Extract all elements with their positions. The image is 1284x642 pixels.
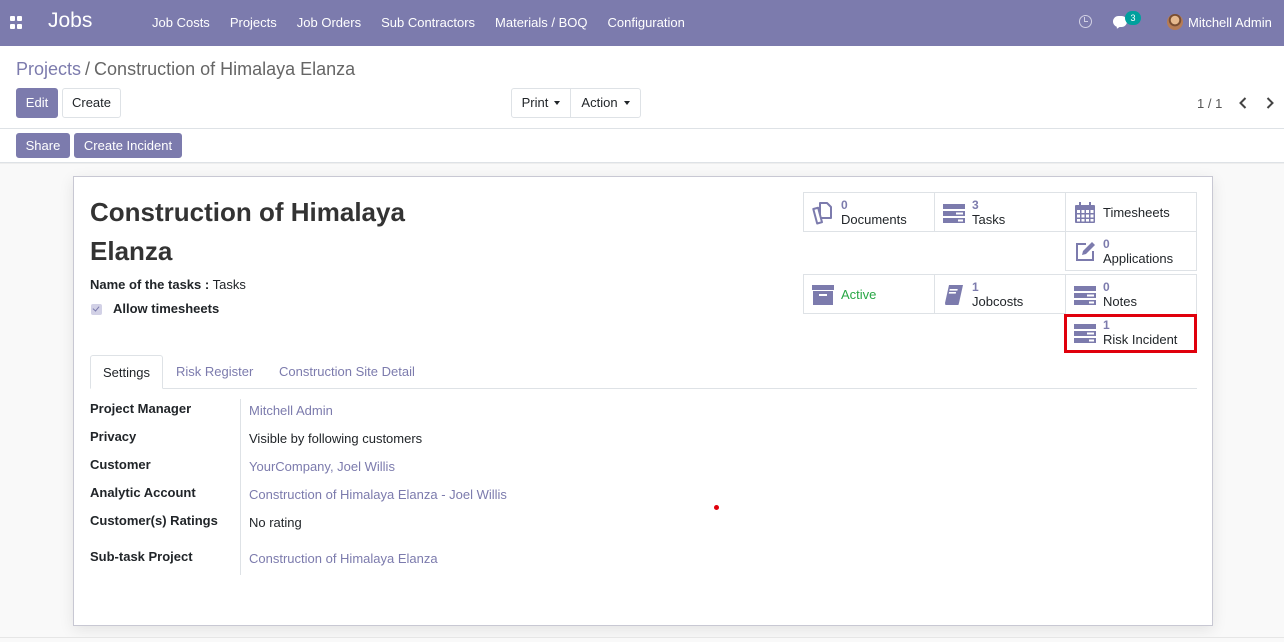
notes-label: Notes xyxy=(1103,294,1137,309)
task-name-field: Name of the tasks : Tasks xyxy=(90,277,246,292)
caret-down-icon xyxy=(554,101,561,105)
documents-smart-button[interactable]: 0 Documents xyxy=(803,192,935,232)
breadcrumb-separator: / xyxy=(85,59,91,79)
analytic-account-label: Analytic Account xyxy=(90,485,196,500)
customer-value[interactable]: YourCompany, Joel Willis xyxy=(249,459,395,474)
notes-count: 0 xyxy=(1103,280,1110,294)
cursor-marker-dot xyxy=(714,505,719,510)
user-menu-name[interactable]: Mitchell Admin xyxy=(1188,15,1272,30)
files-icon xyxy=(812,202,832,225)
jobcosts-label: Jobcosts xyxy=(972,294,1024,309)
page-bottom-edge xyxy=(0,637,1284,642)
edit-button[interactable]: Edit xyxy=(16,88,58,118)
risk-incident-highlight-box xyxy=(1064,314,1197,353)
menu-projects[interactable]: Projects xyxy=(220,0,287,46)
tasks-count: 3 xyxy=(972,198,979,212)
create-incident-button[interactable]: Create Incident xyxy=(74,133,182,158)
pencil-square-icon xyxy=(1076,242,1095,261)
calendar-icon xyxy=(1075,202,1095,223)
menu-job-orders[interactable]: Job Orders xyxy=(287,0,371,46)
customer-ratings-value: No rating xyxy=(249,515,302,530)
tasks-label: Tasks xyxy=(972,212,1006,227)
menu-sub-contractors[interactable]: Sub Contractors xyxy=(371,0,485,46)
jobcosts-smart-button[interactable]: 1 Jobcosts xyxy=(934,274,1066,314)
pager-next-icon[interactable] xyxy=(1265,97,1275,109)
breadcrumb-projects-link[interactable]: Projects xyxy=(16,59,81,79)
tasks-icon xyxy=(1074,286,1096,305)
pager-value[interactable]: 1 / 1 xyxy=(1197,96,1222,111)
tab-construction-site-detail[interactable]: Construction Site Detail xyxy=(267,355,427,389)
privacy-value: Visible by following customers xyxy=(249,431,423,446)
activities-clock-icon[interactable] xyxy=(1079,15,1092,28)
customer-ratings-label: Customer(s) Ratings xyxy=(90,513,218,528)
print-label: Print xyxy=(521,95,549,110)
allow-timesheets-label: Allow timesheets xyxy=(113,301,220,316)
tab-risk-register[interactable]: Risk Register xyxy=(164,355,265,389)
breadcrumb: Projects / Construction of Himalaya Elanza xyxy=(16,59,355,80)
share-button[interactable]: Share xyxy=(16,133,70,158)
tasks-smart-button[interactable]: 3 Tasks xyxy=(934,192,1066,232)
project-manager-label: Project Manager xyxy=(90,401,192,416)
project-title[interactable]: Construction of Himalaya Elanza xyxy=(90,193,450,271)
apps-menu-icon[interactable] xyxy=(10,16,23,29)
menu-configuration[interactable]: Configuration xyxy=(598,0,695,46)
active-label: Active xyxy=(841,287,877,302)
subtask-project-value[interactable]: Construction of Himalaya Elanza xyxy=(249,551,438,566)
active-smart-button[interactable]: Active xyxy=(803,274,935,314)
task-name-label: Name of the tasks : xyxy=(90,277,210,292)
pager-previous-icon[interactable] xyxy=(1238,97,1248,109)
tab-settings[interactable]: Settings xyxy=(90,355,163,389)
subtask-project-label: Sub-task Project xyxy=(90,549,193,564)
analytic-account-value[interactable]: Construction of Himalaya Elanza - Joel W… xyxy=(249,487,507,502)
main-menu: Job Costs Projects Job Orders Sub Contra… xyxy=(142,0,695,46)
applications-smart-button[interactable]: 0 Applications xyxy=(1065,231,1197,271)
project-title-line1: Construction of Himalaya xyxy=(90,197,405,227)
project-title-line2: Elanza xyxy=(90,236,173,266)
create-button[interactable]: Create xyxy=(62,88,121,118)
project-manager-value[interactable]: Mitchell Admin xyxy=(249,403,333,418)
app-brand[interactable]: Jobs xyxy=(48,9,92,33)
action-label: Action xyxy=(581,95,618,110)
top-navbar: Jobs Job Costs Projects Job Orders Sub C… xyxy=(0,0,1284,46)
task-name-value[interactable]: Tasks xyxy=(213,277,246,292)
menu-materials-boq[interactable]: Materials / BOQ xyxy=(485,0,597,46)
documents-count: 0 xyxy=(841,198,848,212)
user-avatar[interactable] xyxy=(1167,14,1183,30)
archive-icon xyxy=(812,285,834,305)
applications-count: 0 xyxy=(1103,237,1110,251)
chat-count-badge: 3 xyxy=(1125,11,1141,25)
jobcosts-count: 1 xyxy=(972,280,979,294)
customer-label: Customer xyxy=(90,457,151,472)
settings-divider xyxy=(240,399,241,575)
notes-smart-button[interactable]: 0 Notes xyxy=(1065,274,1197,314)
documents-label: Documents xyxy=(841,212,907,227)
allow-timesheets-checkbox[interactable] xyxy=(91,304,102,315)
privacy-label: Privacy xyxy=(90,429,137,444)
caret-down-icon xyxy=(623,101,630,105)
action-dropdown[interactable]: Action xyxy=(570,88,641,118)
print-dropdown[interactable]: Print xyxy=(511,88,571,118)
timesheets-label: Timesheets xyxy=(1103,205,1170,220)
menu-job-costs[interactable]: Job Costs xyxy=(142,0,220,46)
timesheets-smart-button[interactable]: Timesheets xyxy=(1065,192,1197,232)
breadcrumb-current: Construction of Himalaya Elanza xyxy=(94,59,356,79)
tasks-icon xyxy=(943,204,965,223)
book-icon xyxy=(945,285,963,305)
applications-label: Applications xyxy=(1103,251,1174,266)
statusbar xyxy=(0,129,1284,162)
